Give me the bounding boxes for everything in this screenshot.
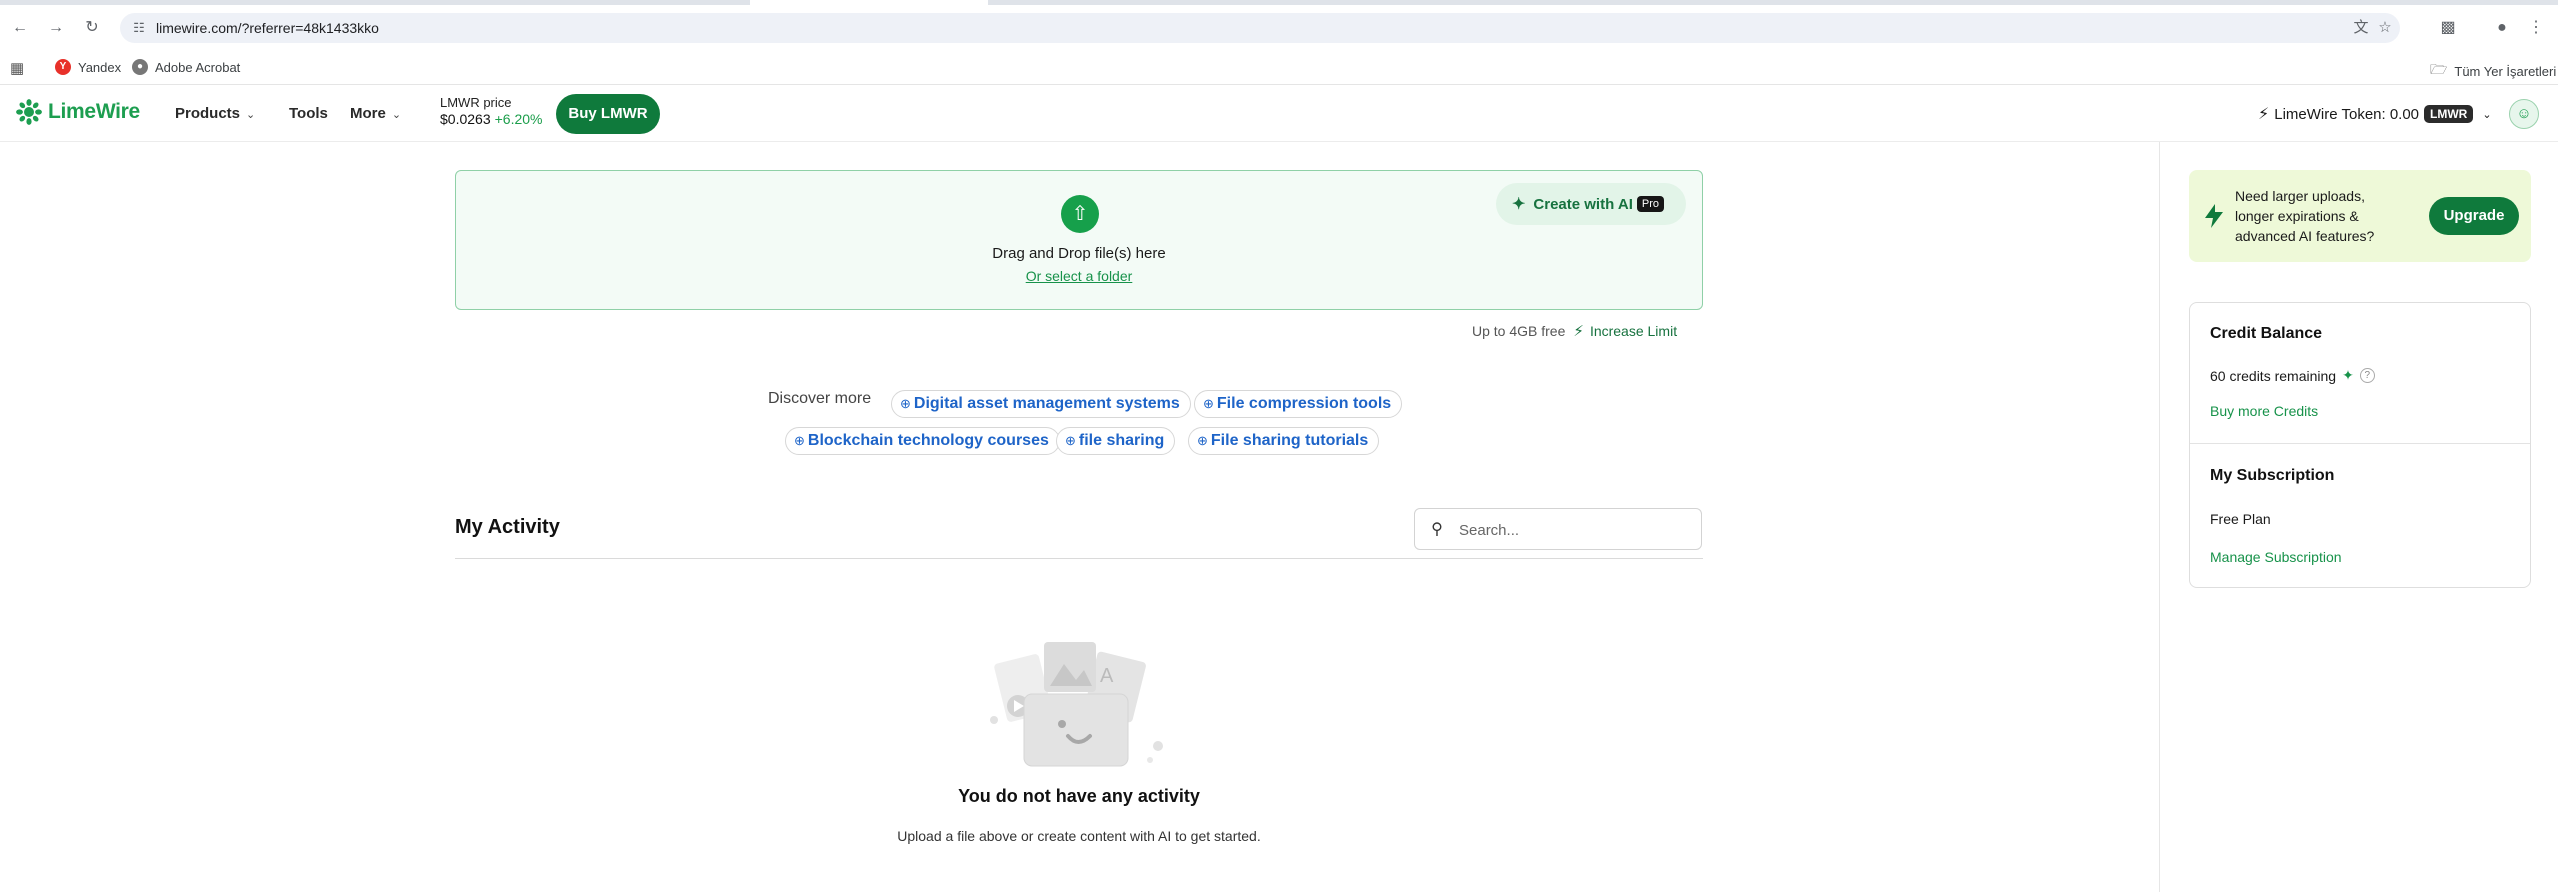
discover-chip[interactable]: ⊕ File sharing tutorials xyxy=(1188,427,1380,455)
bolt-icon xyxy=(2205,204,2223,228)
lmwr-price: LMWR price $0.0263 +6.20% xyxy=(440,95,542,127)
upload-cloud-icon[interactable]: ⇧ xyxy=(1061,195,1099,233)
subscription-title: My Subscription xyxy=(2210,467,2335,484)
chevron-down-icon: ⌄ xyxy=(391,109,402,121)
upgrade-card: Need larger uploads, longer expirations … xyxy=(2189,170,2531,262)
activity-search[interactable]: ⚲ xyxy=(1414,508,1702,550)
plus-circle-icon: ⊕ xyxy=(1197,433,1208,448)
create-with-ai-button[interactable]: ✦ Create with AI Pro xyxy=(1496,183,1686,225)
browser-menu-icon[interactable]: ⋮ xyxy=(2526,18,2546,38)
back-arrow-icon[interactable]: ← xyxy=(10,18,30,38)
svg-text:A: A xyxy=(1100,665,1114,687)
token-balance[interactable]: ⚡︎ LimeWire Token: 0.00 LMWR ⌄ xyxy=(2258,104,2492,124)
limewire-logo[interactable]: LimeWire xyxy=(16,99,140,125)
manage-subscription-link[interactable]: Manage Subscription xyxy=(2210,549,2342,565)
browser-toolbar: ← → ↻ ☷ limewire.com/?referrer=48k1433kk… xyxy=(0,5,2558,51)
chevron-down-icon: ⌄ xyxy=(246,109,256,121)
all-bookmarks[interactable]: 🗁 Tüm Yer İşaretleri xyxy=(2430,59,2556,83)
forward-arrow-icon[interactable]: → xyxy=(46,18,66,38)
sparkle-icon: ✦ xyxy=(1512,196,1526,213)
upload-dropzone[interactable]: ⇧ Drag and Drop file(s) here Or select a… xyxy=(455,170,1703,310)
activity-divider xyxy=(455,558,1703,559)
sparkle-icon: ✦ xyxy=(2342,367,2354,383)
nav-tools[interactable]: Tools xyxy=(289,105,328,122)
site-header: LimeWire Products ⌄ Tools More ⌄ LMWR pric… xyxy=(0,86,2558,142)
nav-products[interactable]: Products ⌄ xyxy=(175,105,255,122)
brand-name: LimeWire xyxy=(48,100,140,123)
increase-limit-link[interactable]: ⚡︎ Increase Limit xyxy=(1573,322,1677,340)
yandex-icon: Y xyxy=(55,59,71,75)
price-change: +6.20% xyxy=(494,111,543,127)
address-bar[interactable]: ☷ limewire.com/?referrer=48k1433kko 文 ☆ xyxy=(120,13,2400,43)
search-input[interactable] xyxy=(1459,519,1689,541)
empty-activity-subtitle: Upload a file above or create content wi… xyxy=(897,828,1261,844)
drag-drop-text: Drag and Drop file(s) here xyxy=(992,245,1166,262)
price-value: $0.0263 xyxy=(440,111,491,127)
site-settings-icon[interactable]: ☷ xyxy=(130,19,148,37)
apps-grid-icon[interactable]: ▦ xyxy=(10,59,24,77)
discover-chip[interactable]: ⊕ Digital asset management systems xyxy=(891,390,1191,418)
discover-chip[interactable]: ⊕ File compression tools xyxy=(1194,390,1403,418)
plus-circle-icon: ⊕ xyxy=(1203,396,1214,411)
profile-icon[interactable]: ● xyxy=(2492,18,2512,38)
credits-remaining: 60 credits remaining ✦ ? xyxy=(2210,367,2375,384)
card-divider xyxy=(2190,443,2530,444)
credit-balance-title: Credit Balance xyxy=(2210,325,2323,342)
discover-chip[interactable]: ⊕ file sharing xyxy=(1056,427,1176,455)
plus-circle-icon: ⊕ xyxy=(794,433,805,448)
empty-activity-title: You do not have any activity xyxy=(958,786,1200,806)
token-badge: LMWR xyxy=(2424,105,2474,123)
limit-text: Up to 4GB free xyxy=(1472,323,1566,339)
activity-title: My Activity xyxy=(455,516,560,538)
user-icon: ☺ xyxy=(2516,105,2532,122)
folder-icon: 🗁 xyxy=(2430,61,2448,77)
bolt-icon: ⚡︎ xyxy=(2258,106,2270,123)
plus-circle-icon: ⊕ xyxy=(1065,433,1076,448)
bookmark-star-icon[interactable]: ☆ xyxy=(2376,19,2394,37)
bolt-icon: ⚡︎ xyxy=(1573,323,1584,340)
buy-more-credits-link[interactable]: Buy more Credits xyxy=(2210,403,2318,419)
discover-more-label: Discover more xyxy=(768,390,872,407)
credit-balance-card: Credit Balance 60 credits remaining ✦ ? … xyxy=(2189,302,2531,588)
translate-icon[interactable]: 文 xyxy=(2352,19,2370,37)
price-label: LMWR price xyxy=(440,95,512,110)
buy-lmwr-button[interactable]: Buy LMWR xyxy=(556,94,660,134)
select-folder-link[interactable]: Or select a folder xyxy=(1026,268,1133,284)
reload-icon[interactable]: ↻ xyxy=(82,18,102,38)
address-url[interactable]: limewire.com/?referrer=48k1433kko xyxy=(156,20,379,36)
bookmarks-bar: ▦ Y Yandex ● Adobe Acrobat 🗁 Tüm Yer İşa… xyxy=(0,51,2558,85)
help-icon[interactable]: ? xyxy=(2359,368,2375,383)
limewire-logo-icon xyxy=(16,99,42,125)
upload-limit: Up to 4GB free ⚡︎ Increase Limit xyxy=(1472,322,1677,340)
discover-chip[interactable]: ⊕ Blockchain technology courses xyxy=(785,427,1060,455)
plan-name: Free Plan xyxy=(2210,511,2271,527)
sidebar-separator xyxy=(2159,142,2160,892)
bookmark-adobe-acrobat[interactable]: ● Adobe Acrobat xyxy=(132,59,240,75)
search-icon: ⚲ xyxy=(1431,521,1443,538)
globe-icon: ● xyxy=(132,59,148,75)
pro-badge: Pro xyxy=(1636,196,1664,212)
nav-more[interactable]: More ⌄ xyxy=(350,105,401,122)
plus-circle-icon: ⊕ xyxy=(900,396,911,411)
chevron-down-icon: ⌄ xyxy=(2482,108,2492,121)
upgrade-text: Need larger uploads, longer expirations … xyxy=(2235,188,2375,244)
upgrade-button[interactable]: Upgrade xyxy=(2429,197,2519,235)
extensions-icon[interactable]: ▩ xyxy=(2438,18,2458,38)
bookmark-yandex[interactable]: Y Yandex xyxy=(55,59,121,75)
user-avatar[interactable]: ☺ xyxy=(2509,99,2539,129)
empty-activity-illustration: A xyxy=(990,642,1163,767)
